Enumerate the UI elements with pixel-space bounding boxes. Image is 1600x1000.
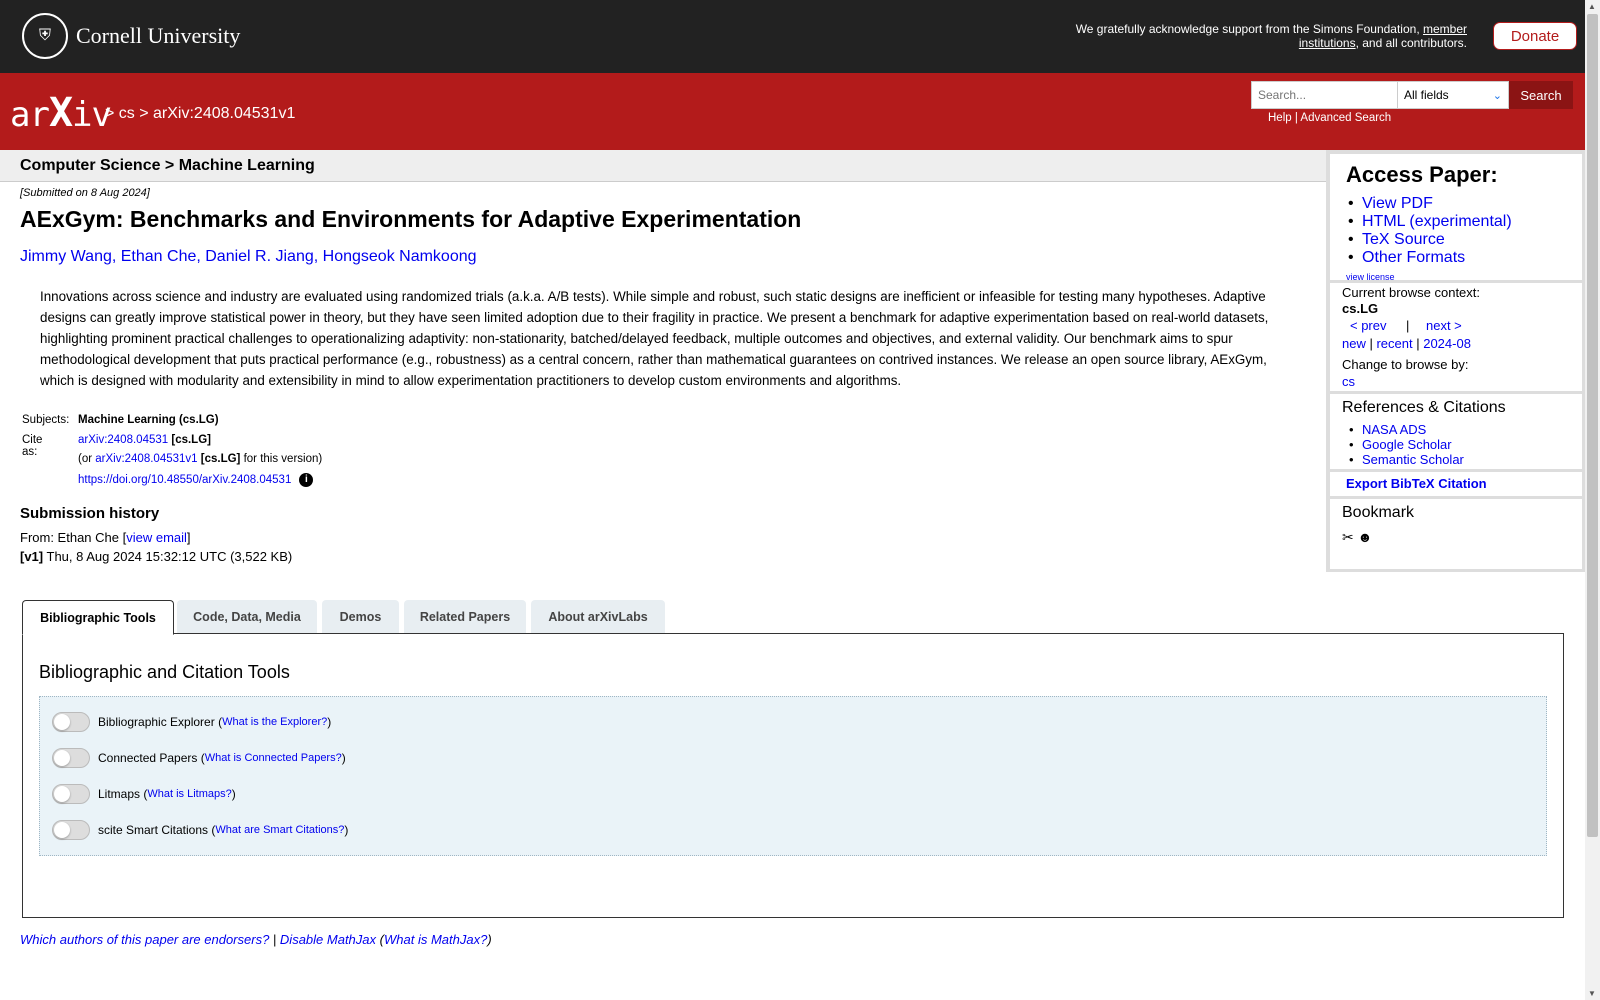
tab-about-arxivlabs[interactable]: About arXivLabs xyxy=(531,600,665,633)
tool-info-link[interactable]: What is Connected Papers? xyxy=(205,752,342,764)
version-link[interactable]: [v1] xyxy=(20,549,43,564)
search-field-select[interactable]: All fields ⌄ xyxy=(1397,81,1509,109)
tool-info-link[interactable]: What is Litmaps? xyxy=(147,788,231,800)
top-bar: ⛨ Cornell University We gratefully ackno… xyxy=(0,0,1585,73)
panel-title: Bibliographic and Citation Tools xyxy=(39,662,290,682)
bookmark-icons: ✂ ☻ xyxy=(1342,529,1372,546)
tex-source-link[interactable]: TeX Source xyxy=(1362,231,1445,248)
doi-link[interactable]: https://doi.org/10.48550/arXiv.2408.0453… xyxy=(78,474,291,486)
footer-links: Which authors of this paper are endorser… xyxy=(20,932,492,947)
submission-v1: [v1] Thu, 8 Aug 2024 15:32:12 UTC (3,522… xyxy=(20,549,293,564)
cornell-name: Cornell University xyxy=(76,23,241,48)
bookmark-title: Bookmark xyxy=(1342,504,1415,521)
arxiv-header: arXiv > cs > arXiv:2408.04531v1 All fiel… xyxy=(0,73,1585,150)
search-button[interactable]: Search xyxy=(1509,81,1573,109)
subject-heading: Computer Science > Machine Learning xyxy=(20,157,315,174)
nasa-ads-link[interactable]: NASA ADS xyxy=(1362,422,1426,437)
cornell-logo[interactable]: ⛨ Cornell University xyxy=(22,13,240,59)
subjects-label: Subjects: xyxy=(22,414,70,426)
export-bibtex-link[interactable]: Export BibTeX Citation xyxy=(1346,476,1487,491)
change-browse-label: Change to browse by: xyxy=(1342,357,1469,372)
submission-history-title: Submission history xyxy=(20,505,160,522)
author-link[interactable]: Daniel R. Jiang xyxy=(205,248,314,265)
bibsonomy-icon[interactable]: ✂ xyxy=(1342,529,1354,545)
subject-bar: Computer Science > Machine Learning xyxy=(0,150,1326,182)
author-list: Jimmy Wang, Ethan Che, Daniel R. Jiang, … xyxy=(20,248,477,265)
arxiv-logo[interactable]: arXiv xyxy=(10,90,112,136)
author-link[interactable]: Jimmy Wang xyxy=(20,248,112,265)
author-link[interactable]: Ethan Che xyxy=(121,248,197,265)
donate-button[interactable]: Donate xyxy=(1493,22,1577,50)
tool-row: Connected Papers (What is Connected Pape… xyxy=(52,747,346,769)
scroll-down-icon[interactable]: ▼ xyxy=(1588,989,1596,998)
tool-row: Litmaps (What is Litmaps?) xyxy=(52,783,236,805)
scroll-thumb[interactable] xyxy=(1587,14,1598,837)
right-sidebar: Access Paper: View PDF HTML (experimenta… xyxy=(1326,150,1585,572)
new-link[interactable]: new xyxy=(1342,336,1366,351)
month-link[interactable]: 2024-08 xyxy=(1423,336,1471,351)
export-box: Export BibTeX Citation xyxy=(1330,472,1582,496)
semantic-scholar-link[interactable]: Semantic Scholar xyxy=(1362,452,1464,467)
help-link[interactable]: Help xyxy=(1268,112,1292,124)
tab-code-data-media[interactable]: Code, Data, Media xyxy=(177,600,317,633)
submission-from: From: Ethan Che [view email] xyxy=(20,530,191,545)
cite-label: Cite as: xyxy=(22,433,43,458)
bookmark-box: Bookmark ✂ ☻ xyxy=(1330,499,1582,569)
tool-info-link[interactable]: What is the Explorer? xyxy=(222,716,327,728)
next-link[interactable]: next > xyxy=(1426,318,1462,333)
browse-context-label: Current browse context: xyxy=(1342,285,1481,300)
access-paper-title: Access Paper: xyxy=(1346,162,1498,187)
html-link[interactable]: HTML (experimental) xyxy=(1362,213,1512,230)
bibliographic-explorer-toggle[interactable] xyxy=(52,712,90,732)
browse-cs-link[interactable]: cs xyxy=(1342,374,1355,389)
help-links: Help | Advanced Search xyxy=(1268,112,1392,124)
endorsers-link[interactable]: Which authors of this paper are endorser… xyxy=(20,932,269,947)
view-license-link[interactable]: view license xyxy=(1346,272,1395,282)
access-links: View PDF HTML (experimental) TeX Source … xyxy=(1348,195,1512,267)
references-title: References & Citations xyxy=(1342,399,1506,416)
abstract: Innovations across science and industry … xyxy=(40,289,1269,388)
tab-bibliographic-tools[interactable]: Bibliographic Tools xyxy=(22,600,174,635)
other-formats-link[interactable]: Other Formats xyxy=(1362,249,1465,266)
browse-context-value: cs.LG xyxy=(1342,301,1379,316)
breadcrumb[interactable]: > cs > arXiv:2408.04531v1 xyxy=(105,105,295,123)
cite-id-link[interactable]: arXiv:2408.04531 xyxy=(78,434,168,446)
google-scholar-link[interactable]: Google Scholar xyxy=(1362,437,1452,452)
search-bar: All fields⌄ Search xyxy=(1251,81,1573,109)
tool-row: Bibliographic Explorer (What is the Expl… xyxy=(52,711,331,733)
scroll-up-icon[interactable]: ▲ xyxy=(1588,2,1596,11)
cite-version-link[interactable]: arXiv:2408.04531v1 xyxy=(95,453,197,465)
browse-context-box: Current browse context: cs.LG < prev | n… xyxy=(1330,283,1582,391)
author-link[interactable]: Hongseok Namkoong xyxy=(323,248,477,265)
view-email-link[interactable]: view email xyxy=(126,530,187,545)
cornell-seal-icon: ⛨ xyxy=(22,13,68,59)
paper-title: AExGym: Benchmarks and Environments for … xyxy=(20,206,802,232)
references-list: NASA ADS Google Scholar Semantic Scholar xyxy=(1349,422,1464,467)
scite-toggle[interactable] xyxy=(52,820,90,840)
connected-papers-toggle[interactable] xyxy=(52,748,90,768)
chevron-down-icon: ⌄ xyxy=(1492,89,1502,102)
references-box: References & Citations NASA ADS Google S… xyxy=(1330,394,1582,469)
recent-link[interactable]: recent xyxy=(1376,336,1412,351)
tab-panel: Bibliographic and Citation Tools Bibliog… xyxy=(22,633,1564,918)
tool-row: scite Smart Citations (What are Smart Ci… xyxy=(52,819,348,841)
prev-link[interactable]: < prev xyxy=(1350,318,1387,333)
tool-info-link[interactable]: What are Smart Citations? xyxy=(215,824,344,836)
litmaps-toggle[interactable] xyxy=(52,784,90,804)
info-icon[interactable]: i xyxy=(299,472,314,487)
submitted-date: [Submitted on 8 Aug 2024] xyxy=(20,187,150,199)
advanced-search-link[interactable]: Advanced Search xyxy=(1300,112,1391,124)
subjects-value: Machine Learning (cs.LG) xyxy=(78,414,219,426)
reddit-icon[interactable]: ☻ xyxy=(1358,529,1373,545)
view-pdf-link[interactable]: View PDF xyxy=(1362,195,1433,212)
tab-demos[interactable]: Demos xyxy=(322,600,399,633)
scrollbar[interactable]: ▲ ▼ xyxy=(1585,0,1600,1000)
what-mathjax-link[interactable]: What is MathJax? xyxy=(384,932,487,947)
disable-mathjax-link[interactable]: Disable MathJax xyxy=(280,932,376,947)
acknowledgement: We gratefully acknowledge support from t… xyxy=(1075,22,1467,50)
access-paper-box: Access Paper: View PDF HTML (experimenta… xyxy=(1330,154,1582,282)
search-input[interactable] xyxy=(1251,81,1397,109)
tools-box: Bibliographic Explorer (What is the Expl… xyxy=(39,696,1547,856)
tab-related-papers[interactable]: Related Papers xyxy=(404,600,526,633)
